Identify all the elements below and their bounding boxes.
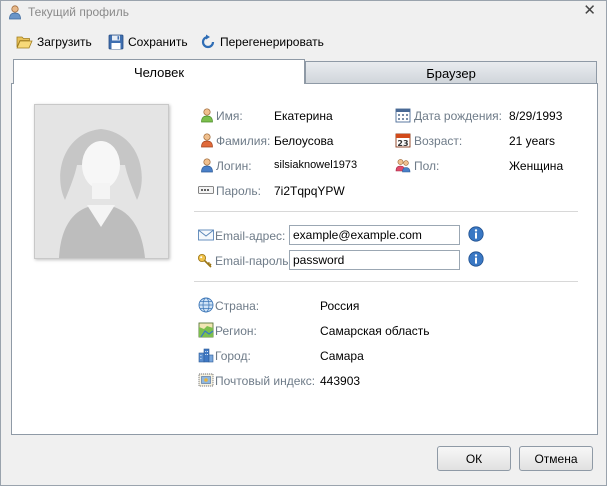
profile-window: Текущий профиль ✕ Загрузить Сохранить Пе…: [0, 0, 607, 486]
calendar-date-icon: 23: [395, 133, 411, 148]
login-value: silsiaknowel1973: [274, 159, 358, 171]
person-icon: [201, 133, 213, 148]
last-name-label: Фамилия:: [216, 134, 271, 148]
password-label: Пароль:: [216, 184, 261, 198]
birthdate-value: 8/29/1993: [509, 109, 563, 123]
user-icon: [7, 4, 23, 20]
load-label: Загрузить: [37, 35, 92, 49]
load-button[interactable]: Загрузить: [16, 31, 92, 53]
first-name-value: Екатерина: [274, 109, 333, 123]
regenerate-button[interactable]: Перегенерировать: [200, 31, 324, 53]
email-address-label: Email-адрес:: [215, 229, 286, 243]
users-icon: [395, 159, 411, 173]
zip-value: 443903: [320, 374, 361, 388]
person-icon: [201, 158, 213, 173]
city-value: Самара: [320, 349, 364, 363]
info-icon[interactable]: [468, 251, 484, 267]
age-label: Возраст:: [414, 134, 463, 148]
region-label: Регион:: [215, 324, 257, 338]
ok-button[interactable]: ОК: [437, 446, 511, 471]
postal-stamp-icon: [198, 373, 214, 387]
save-label: Сохранить: [128, 35, 188, 49]
map-icon: [198, 322, 214, 338]
cancel-button[interactable]: Отмена: [519, 446, 593, 471]
tab-browser[interactable]: Браузер: [305, 61, 597, 85]
title-bar: Текущий профиль ✕: [1, 1, 606, 23]
divider: [194, 281, 578, 282]
country-value: Россия: [320, 299, 360, 313]
age-value: 21 years: [509, 134, 556, 148]
tab-browser-label: Браузер: [426, 65, 476, 81]
svg-text:23: 23: [397, 139, 408, 148]
mail-icon: [198, 229, 214, 241]
floppy-icon: [108, 34, 124, 50]
birthdate-label: Дата рождения:: [414, 109, 502, 123]
close-icon[interactable]: ✕: [583, 3, 596, 19]
window-title: Текущий профиль: [28, 5, 130, 19]
region-value: Самарская область: [320, 324, 430, 338]
city-label: Город:: [215, 349, 251, 363]
divider: [194, 211, 578, 212]
avatar: [34, 104, 169, 259]
tab-person-label: Человек: [133, 64, 185, 80]
password-icon: [198, 186, 214, 194]
key-icon: [198, 254, 212, 268]
calendar-icon: [395, 108, 411, 123]
refresh-icon: [201, 34, 215, 49]
email-password-label: Email-пароль:: [215, 254, 292, 268]
gender-value: Женщина: [509, 159, 564, 173]
gender-label: Пол:: [414, 159, 440, 173]
save-button[interactable]: Сохранить: [108, 31, 188, 53]
last-name-value: Белоусова: [274, 134, 334, 148]
toolbar: Загрузить Сохранить Перегенерировать: [1, 31, 601, 53]
password-value: 7i2TqpqYPW: [274, 184, 345, 198]
login-label: Логин:: [216, 159, 252, 173]
regenerate-label: Перегенерировать: [220, 35, 324, 49]
globe-icon: [198, 297, 214, 313]
city-icon: [198, 348, 214, 363]
tab-person[interactable]: Человек: [13, 59, 305, 84]
email-address-field[interactable]: [289, 225, 460, 245]
info-icon[interactable]: [468, 226, 484, 242]
email-password-field[interactable]: [289, 250, 460, 270]
person-icon: [201, 108, 213, 123]
country-label: Страна:: [215, 299, 260, 313]
zip-label: Почтовый индекс:: [215, 374, 316, 388]
folder-open-icon: [16, 36, 33, 49]
first-name-label: Имя:: [216, 109, 243, 123]
